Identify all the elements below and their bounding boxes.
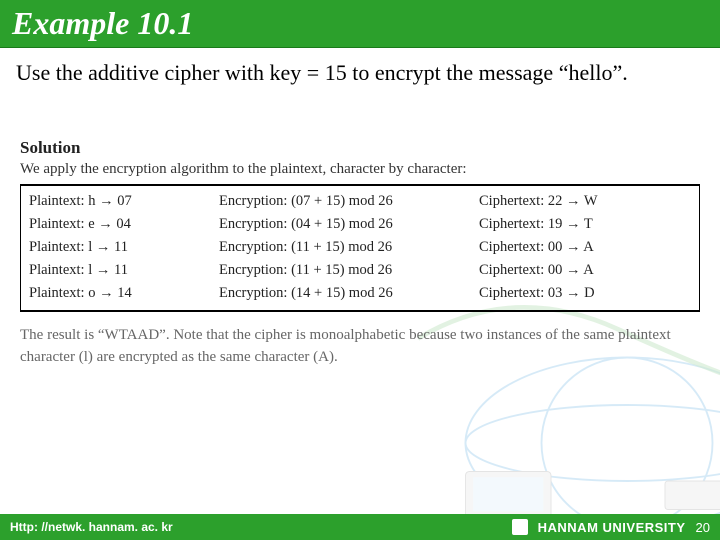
ciphertext-cell: Ciphertext: 22 → W — [479, 190, 691, 213]
ciphertext-cell: Ciphertext: 00 → A — [479, 259, 691, 282]
encryption-cell: Encryption: (11 + 15) mod 26 — [219, 259, 479, 282]
footer-url: Http: //netwk. hannam. ac. kr — [10, 520, 173, 534]
encryption-cell: Encryption: (14 + 15) mod 26 — [219, 282, 479, 305]
plaintext-cell: Plaintext: e → 04 — [29, 213, 219, 236]
footer-right-group: HANNAM UNIVERSITY 20 — [512, 519, 710, 535]
table-row: Plaintext: e → 04 Encryption: (04 + 15) … — [29, 213, 691, 236]
table-row: Plaintext: h → 07 Encryption: (07 + 15) … — [29, 190, 691, 213]
encryption-table: Plaintext: h → 07 Encryption: (07 + 15) … — [20, 184, 700, 312]
table-row: Plaintext: o → 14 Encryption: (14 + 15) … — [29, 282, 691, 305]
solution-heading: Solution — [20, 138, 700, 158]
ciphertext-cell: Ciphertext: 00 → A — [479, 236, 691, 259]
slide-title: Example 10.1 — [12, 5, 193, 42]
solution-intro: We apply the encryption algorithm to the… — [20, 161, 700, 178]
page-number: 20 — [696, 520, 710, 535]
plaintext-cell: Plaintext: o → 14 — [29, 282, 219, 305]
encryption-cell: Encryption: (11 + 15) mod 26 — [219, 236, 479, 259]
plaintext-cell: Plaintext: h → 07 — [29, 190, 219, 213]
ciphertext-cell: Ciphertext: 03 → D — [479, 282, 691, 305]
solution-section: Solution We apply the encryption algorit… — [16, 138, 704, 369]
problem-statement: Use the additive cipher with key = 15 to… — [16, 58, 704, 88]
table-row: Plaintext: l → 11 Encryption: (11 + 15) … — [29, 259, 691, 282]
encryption-cell: Encryption: (04 + 15) mod 26 — [219, 213, 479, 236]
university-logo-icon — [512, 519, 528, 535]
table-row: Plaintext: l → 11 Encryption: (11 + 15) … — [29, 236, 691, 259]
slide-footer: Http: //netwk. hannam. ac. kr HANNAM UNI… — [0, 514, 720, 540]
plaintext-cell: Plaintext: l → 11 — [29, 236, 219, 259]
plaintext-cell: Plaintext: l → 11 — [29, 259, 219, 282]
slide-header: Example 10.1 — [0, 0, 720, 48]
ciphertext-cell: Ciphertext: 19 → T — [479, 213, 691, 236]
university-name: HANNAM UNIVERSITY — [538, 520, 686, 535]
encryption-cell: Encryption: (07 + 15) mod 26 — [219, 190, 479, 213]
slide-content: Use the additive cipher with key = 15 to… — [0, 48, 720, 369]
solution-result: The result is “WTAAD”. Note that the cip… — [20, 324, 700, 369]
